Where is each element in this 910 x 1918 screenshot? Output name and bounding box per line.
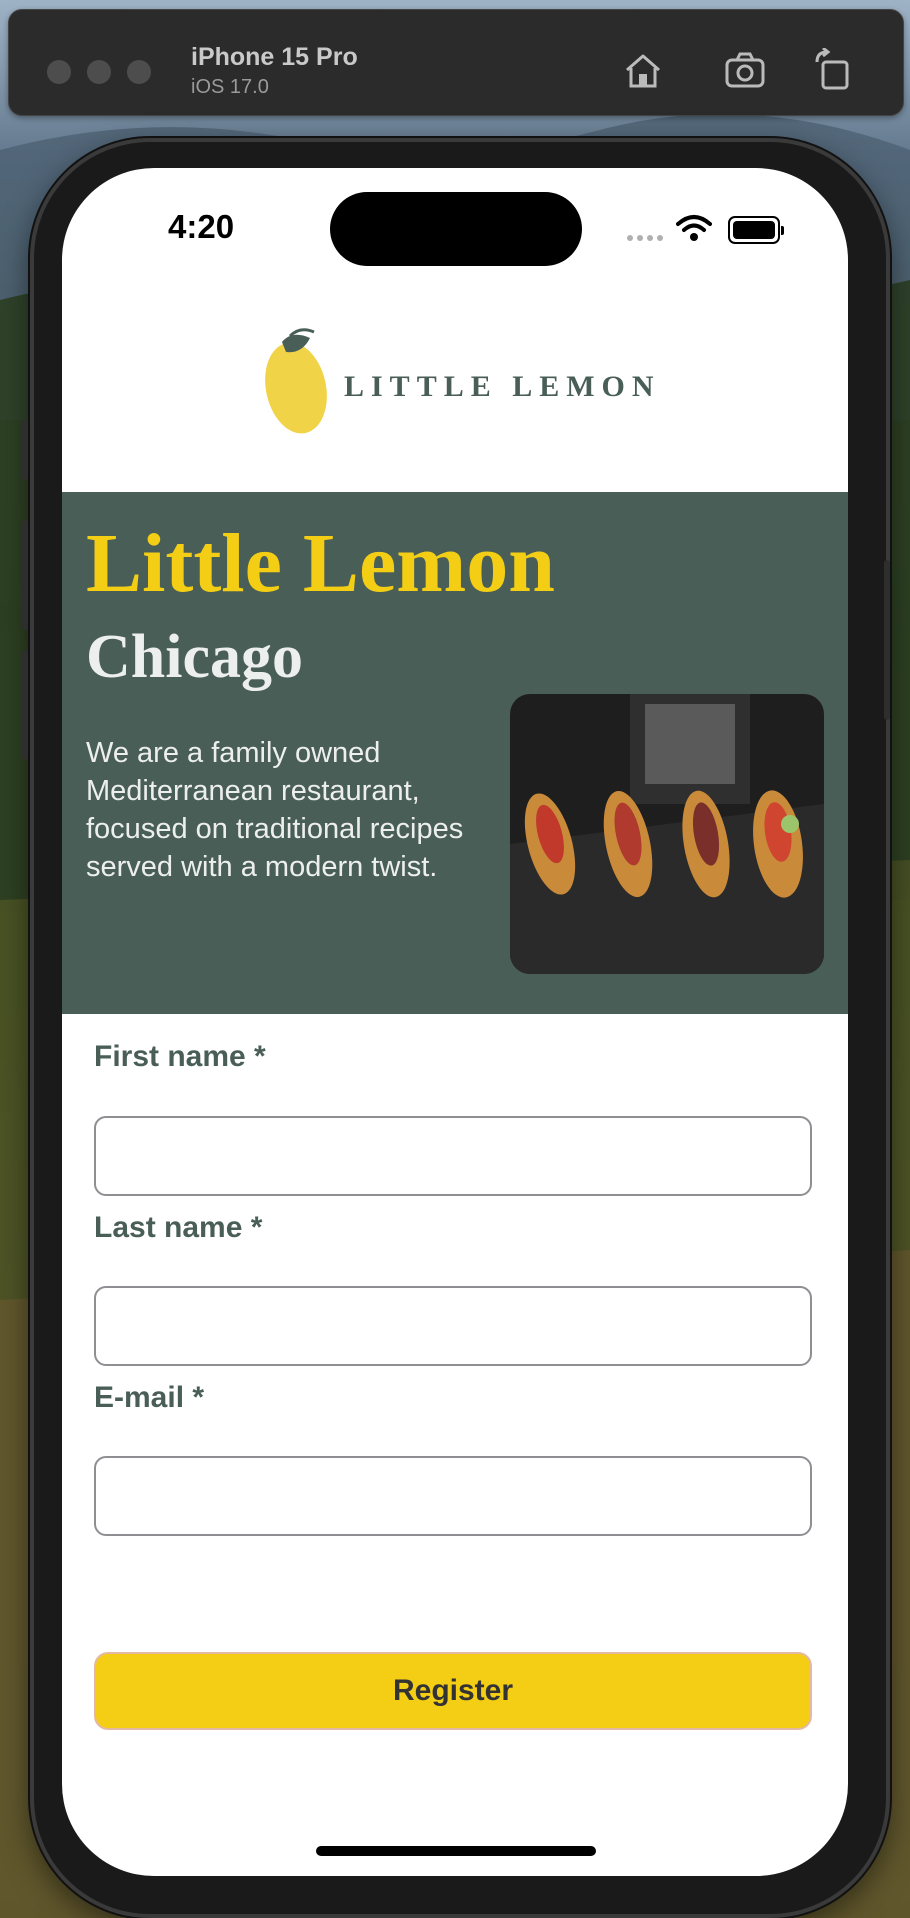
device-name: iPhone 15 Pro	[191, 43, 358, 71]
cellular-signal-icon	[627, 235, 663, 241]
wifi-icon	[676, 215, 712, 241]
hero-section: Little Lemon Chicago We are a family own…	[62, 492, 848, 1014]
home-icon[interactable]	[621, 48, 665, 92]
email-field[interactable]	[94, 1456, 812, 1536]
last-name-label: Last name *	[94, 1211, 263, 1244]
first-name-label: First name *	[94, 1040, 266, 1073]
email-label: E-mail *	[94, 1381, 205, 1414]
hero-description: We are a family owned Mediterranean rest…	[86, 737, 464, 883]
window-close-button[interactable]	[47, 60, 71, 84]
hero-title: Little Lemon	[86, 517, 555, 610]
first-name-field[interactable]	[94, 1116, 812, 1196]
register-button[interactable]: Register	[94, 1652, 812, 1730]
hero-food-image	[510, 694, 824, 974]
last-name-field[interactable]	[94, 1286, 812, 1366]
power-button	[884, 560, 890, 720]
volume-up-button	[22, 520, 28, 630]
action-button	[22, 420, 28, 480]
status-time: 4:20	[168, 208, 235, 245]
rotate-icon[interactable]	[811, 48, 855, 92]
window-zoom-button[interactable]	[127, 60, 151, 84]
battery-icon	[728, 216, 784, 244]
phone-screen: 4:20 LITTLE LEMON Little Lemon Chicago W…	[62, 168, 848, 1876]
simulator-toolbar: iPhone 15 Pro iOS 17.0	[8, 9, 904, 116]
logo-text: LITTLE LEMON	[344, 370, 661, 403]
window-minimize-button[interactable]	[87, 60, 111, 84]
hero-city: Chicago	[86, 623, 303, 691]
screenshot-icon[interactable]	[723, 48, 767, 92]
volume-down-button	[22, 650, 28, 760]
home-indicator[interactable]	[316, 1846, 596, 1856]
os-version: iOS 17.0	[191, 76, 269, 98]
dynamic-island	[330, 192, 582, 266]
